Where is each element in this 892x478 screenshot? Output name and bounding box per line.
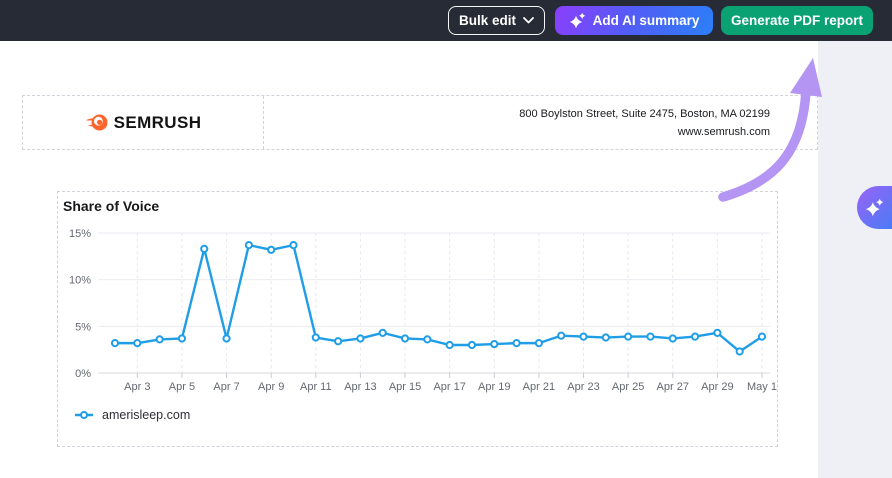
data-point <box>313 334 319 340</box>
data-point <box>380 330 386 336</box>
company-website: www.semrush.com <box>264 126 770 138</box>
data-point <box>290 242 296 248</box>
data-point <box>759 334 765 340</box>
x-axis-label: Apr 23 <box>567 381 599 393</box>
x-axis-label: May 1 <box>747 381 777 393</box>
x-axis-label: Apr 15 <box>389 381 421 393</box>
x-axis-label: Apr 29 <box>701 381 733 393</box>
right-rail <box>818 41 892 478</box>
bulk-edit-button[interactable]: Bulk edit <box>448 6 545 35</box>
data-point <box>536 340 542 346</box>
data-point <box>625 334 631 340</box>
report-address-cell: 800 Boylston Street, Suite 2475, Boston,… <box>264 96 817 149</box>
period-row: Period Apr 24, 2025 – Apr 30, 2025 Compa… <box>0 41 818 83</box>
generate-pdf-report-button[interactable]: Generate PDF report <box>721 6 873 35</box>
share-of-voice-widget: 0% 5% 10% 15% Apr 3 Apr 5 Apr 7 Apr 9 Apr 11 Apr … <box>57 191 778 447</box>
data-point <box>134 340 140 346</box>
data-point <box>670 335 676 341</box>
data-point <box>179 335 185 341</box>
data-point <box>491 341 497 347</box>
data-point <box>469 342 475 348</box>
topbar: Bulk edit Add AI summary Generate PDF re… <box>0 0 892 41</box>
generate-pdf-report-label: Generate PDF report <box>731 13 863 28</box>
x-axis-label: Apr 11 <box>300 381 332 393</box>
data-point <box>737 348 743 354</box>
legend-line-marker-icon <box>74 409 94 421</box>
series-line <box>115 245 762 351</box>
x-axis-label: Apr 13 <box>344 381 376 393</box>
y-axis-label: 5% <box>75 321 91 333</box>
y-axis-label: 15% <box>69 228 91 240</box>
data-point <box>335 338 341 344</box>
screen: Bulk edit Add AI summary Generate PDF re… <box>0 0 892 478</box>
x-axis-label: Apr 3 <box>124 381 150 393</box>
x-axis-label: Apr 5 <box>169 381 195 393</box>
company-address: 800 Boylston Street, Suite 2475, Boston,… <box>264 108 770 120</box>
x-axis-label: Apr 19 <box>478 381 510 393</box>
data-point <box>580 334 586 340</box>
data-point <box>357 335 363 341</box>
add-ai-summary-label: Add AI summary <box>593 13 700 28</box>
bulk-edit-label: Bulk edit <box>459 13 516 28</box>
y-axis-label: 10% <box>69 275 91 287</box>
data-point <box>447 342 453 348</box>
data-point <box>603 334 609 340</box>
data-point <box>692 334 698 340</box>
sparkle-icon <box>569 12 586 29</box>
x-axis-label: Apr 27 <box>657 381 689 393</box>
report-logo-cell: SEMRUSH <box>23 96 264 149</box>
x-axis-label: Apr 9 <box>258 381 284 393</box>
report-header: SEMRUSH 800 Boylston Street, Suite 2475,… <box>22 95 818 150</box>
chevron-down-icon <box>523 17 534 24</box>
data-point <box>558 333 564 339</box>
brand-name: SEMRUSH <box>114 113 202 133</box>
data-point <box>268 247 274 253</box>
ai-assistant-button[interactable] <box>857 186 892 229</box>
data-point <box>647 334 653 340</box>
data-point <box>246 242 252 248</box>
data-point <box>402 335 408 341</box>
data-point <box>157 336 163 342</box>
data-point <box>714 330 720 336</box>
chart-title: Share of Voice <box>63 198 159 214</box>
legend-item-amerisleep[interactable]: amerisleep.com <box>74 408 190 422</box>
sparkle-icon <box>865 198 884 217</box>
add-ai-summary-button[interactable]: Add AI summary <box>555 6 713 35</box>
semrush-flame-icon <box>85 113 108 132</box>
x-axis-label: Apr 21 <box>523 381 555 393</box>
x-axis-label: Apr 17 <box>433 381 465 393</box>
x-axis-label: Apr 25 <box>612 381 644 393</box>
data-point <box>513 340 519 346</box>
data-point <box>223 335 229 341</box>
x-axis-label: Apr 7 <box>213 381 239 393</box>
data-point <box>112 340 118 346</box>
legend-label: amerisleep.com <box>102 408 190 422</box>
data-point <box>201 246 207 252</box>
y-axis-label: 0% <box>75 368 91 380</box>
data-point <box>424 336 430 342</box>
